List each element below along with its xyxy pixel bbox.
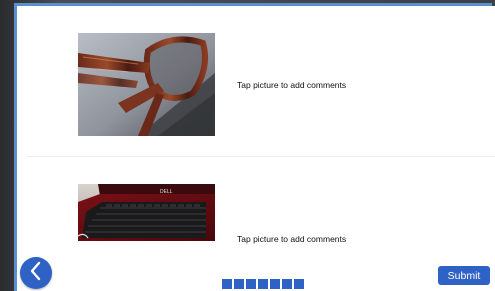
laptop-brand-logo: DELL bbox=[160, 189, 173, 195]
page-dot[interactable] bbox=[246, 279, 256, 289]
page-dot[interactable] bbox=[258, 279, 268, 289]
page-dot[interactable] bbox=[270, 279, 280, 289]
item-divider bbox=[27, 156, 495, 157]
page-dot[interactable] bbox=[282, 279, 292, 289]
add-comment-caption: Tap picture to add comments bbox=[237, 234, 347, 244]
back-button[interactable] bbox=[20, 257, 52, 289]
laptop-photo[interactable]: DELL bbox=[78, 184, 215, 241]
chevron-left-icon bbox=[28, 261, 44, 286]
page-dot[interactable] bbox=[294, 279, 304, 289]
add-comment-caption: Tap picture to add comments bbox=[237, 80, 347, 90]
page-dot[interactable] bbox=[222, 279, 232, 289]
page-indicator bbox=[222, 279, 304, 289]
photo-comments-panel: Tap picture to add comments DELL Tap pic… bbox=[17, 6, 495, 291]
page-dot[interactable] bbox=[234, 279, 244, 289]
sunglasses-photo[interactable] bbox=[78, 33, 215, 136]
submit-button[interactable]: Submit bbox=[438, 266, 490, 285]
